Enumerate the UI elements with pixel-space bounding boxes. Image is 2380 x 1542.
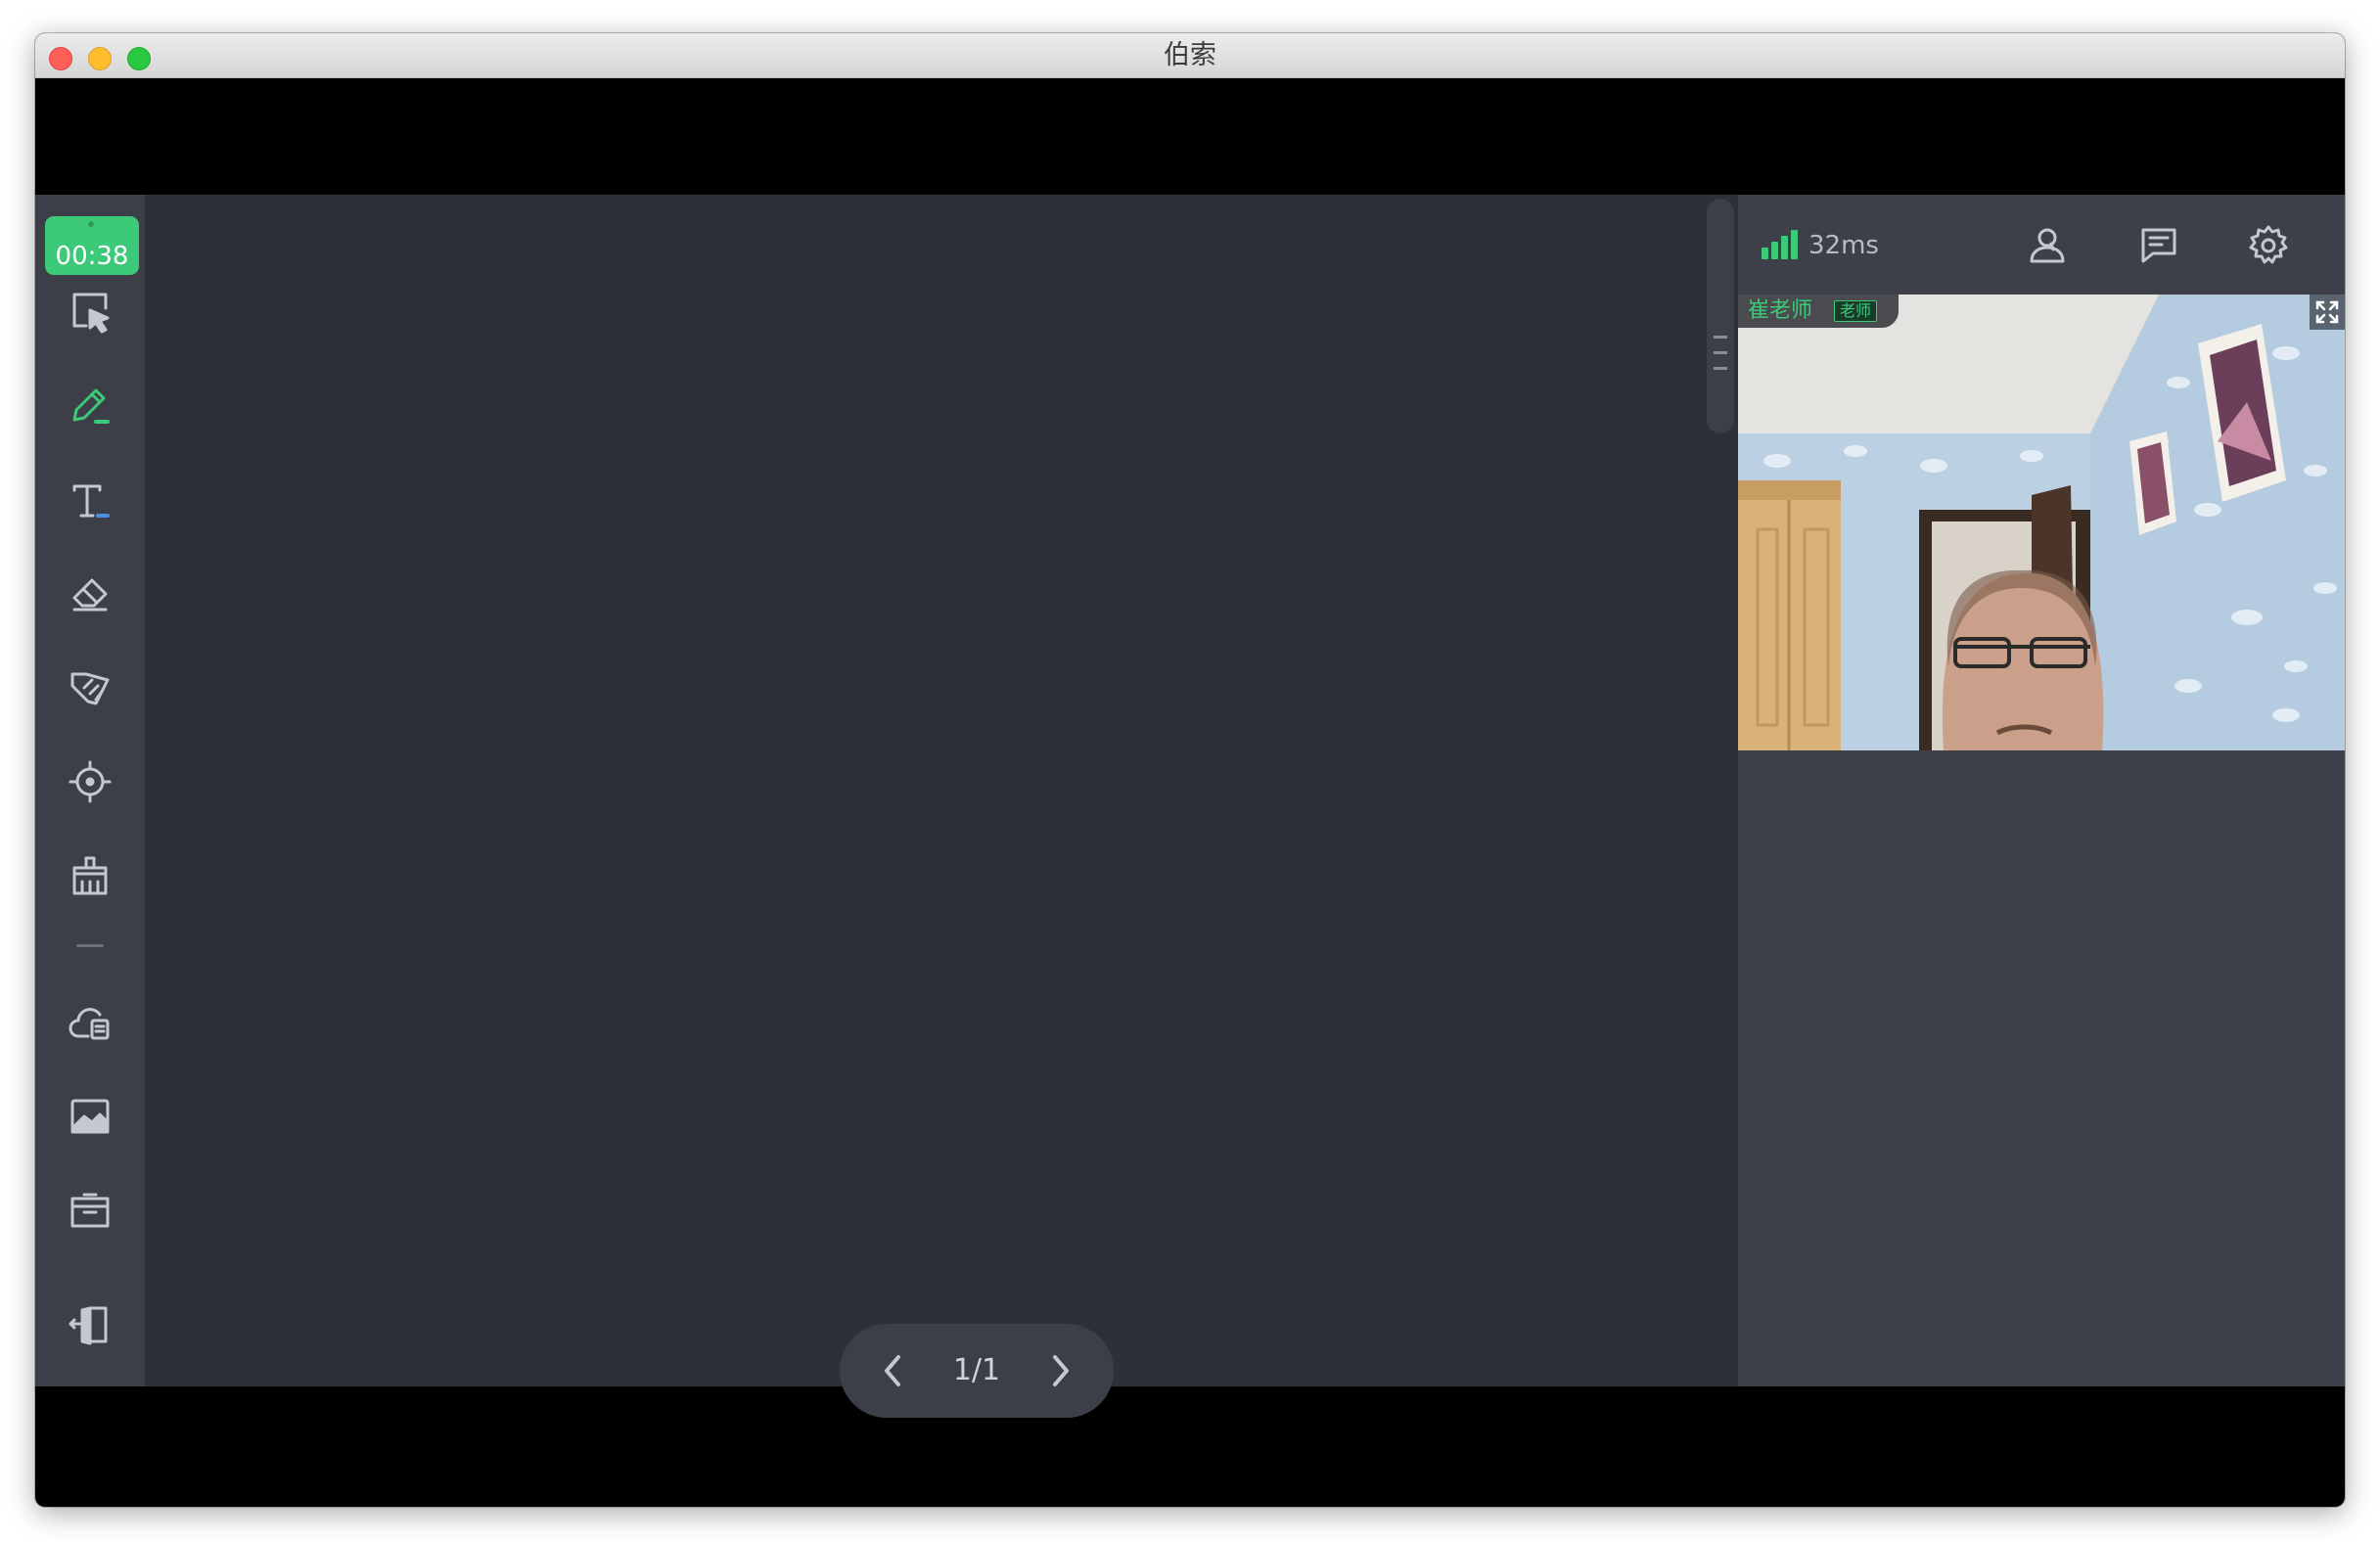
chat-icon — [2141, 228, 2176, 263]
text-tool-button[interactable] — [55, 471, 125, 529]
toolbar-divider — [76, 944, 104, 947]
select-pointer-icon — [72, 293, 110, 334]
gear-icon — [2249, 225, 2288, 264]
members-button[interactable] — [2022, 218, 2077, 273]
class-timer: 00:38 — [45, 216, 139, 275]
participant-name: 崔老师 — [1748, 298, 1813, 323]
ruler-icon — [70, 672, 110, 705]
ruler-tool-button[interactable] — [55, 658, 125, 717]
expand-icon — [2315, 300, 2339, 324]
toolbox-tool-button[interactable] — [55, 1181, 125, 1240]
app-window: 伯索 00:38 1/1 32ms 崔老师 老师 — [35, 33, 2345, 1507]
eraser-icon — [72, 578, 108, 612]
page-pager: 1/1 — [840, 1324, 1114, 1418]
user-icon — [2030, 228, 2065, 263]
text-icon — [72, 484, 110, 518]
box-icon — [70, 1193, 110, 1228]
panel-header: 32ms — [1738, 195, 2345, 293]
select-tool-button[interactable] — [55, 283, 125, 341]
timer-value: 00:38 — [55, 242, 129, 271]
latency-value: 32ms — [1808, 231, 1879, 260]
whiteboard-toolbar: 00:38 — [35, 195, 145, 1386]
handle-grip-line — [1714, 336, 1727, 339]
laser-pointer-tool-button[interactable] — [55, 752, 125, 811]
participant-name-tag: 崔老师 老师 — [1738, 295, 1899, 328]
teacher-video[interactable]: 崔老师 老师 — [1738, 295, 2345, 750]
handle-grip-line — [1714, 351, 1727, 354]
next-page-button[interactable] — [1035, 1345, 1086, 1396]
clear-tool-button[interactable] — [55, 846, 125, 905]
pen-tool-button[interactable] — [55, 377, 125, 435]
broom-icon — [72, 856, 108, 895]
right-panel: 32ms 崔老师 老师 — [1738, 195, 2345, 1386]
image-icon — [70, 1099, 110, 1134]
handle-grip-line — [1714, 367, 1727, 370]
role-badge: 老师 — [1834, 300, 1878, 322]
chevron-right-icon — [1053, 1355, 1069, 1386]
crosshair-icon — [69, 760, 112, 803]
cloud-file-icon — [69, 1008, 110, 1040]
exit-door-icon — [69, 1306, 108, 1345]
whiteboard-canvas[interactable]: 1/1 — [145, 195, 1707, 1418]
settings-button[interactable] — [2241, 218, 2296, 273]
eraser-tool-button[interactable] — [55, 565, 125, 623]
title-bar[interactable]: 伯索 — [35, 33, 2345, 78]
panel-collapse-handle[interactable] — [1707, 199, 1734, 433]
chat-button[interactable] — [2131, 218, 2186, 273]
cloud-files-tool-button[interactable] — [55, 993, 125, 1052]
timer-indicator — [88, 221, 94, 227]
video-frame-image — [1738, 295, 2345, 750]
signal-strength-icon — [1762, 230, 1803, 259]
fullscreen-video-button[interactable] — [2310, 295, 2345, 330]
window-title: 伯索 — [1164, 40, 1216, 70]
pen-icon — [72, 388, 110, 424]
exit-tool-button[interactable] — [55, 1296, 125, 1355]
image-tool-button[interactable] — [55, 1087, 125, 1146]
classroom: 00:38 1/1 32ms 崔老师 老师 — [35, 195, 2345, 1418]
